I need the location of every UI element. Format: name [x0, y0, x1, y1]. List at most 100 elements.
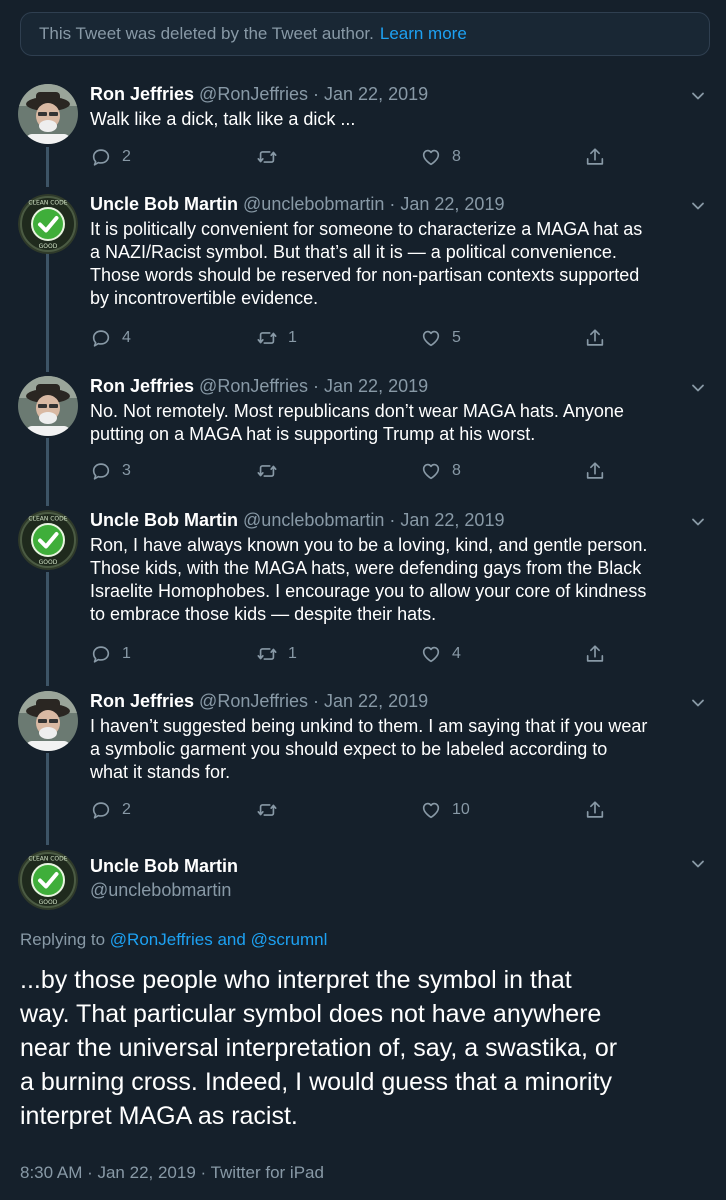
author-name[interactable]: Uncle Bob Martin [90, 510, 238, 530]
reply-button[interactable]: 4 [90, 327, 132, 349]
reply-icon [90, 327, 112, 349]
like-count: 8 [452, 148, 461, 165]
author-meta: @RonJeffries · Jan 22, 2019 [199, 84, 429, 104]
like-icon [420, 799, 442, 821]
tweet-text: No. Not remotely. Most republicans don’t… [90, 400, 720, 446]
retweet-button[interactable]: 1 [256, 327, 298, 349]
like-button[interactable]: 10 [420, 799, 470, 821]
tweet-actions: 4 1 5 [90, 327, 720, 351]
like-count: 8 [452, 462, 461, 479]
main-tweet-line: near the universal interpretation of, sa… [20, 1034, 618, 1062]
retweet-button[interactable] [256, 146, 298, 168]
thread-line [46, 572, 49, 686]
avatar-ron-jeffries[interactable] [18, 84, 78, 144]
reply-button[interactable]: 3 [90, 460, 132, 482]
reply-button[interactable]: 2 [90, 146, 132, 168]
author-name[interactable]: Ron Jeffries [90, 691, 194, 711]
author-meta: @RonJeffries · Jan 22, 2019 [199, 376, 429, 396]
tweet-header: Uncle Bob Martin @unclebobmartin · Jan 2… [90, 194, 504, 215]
like-icon [420, 146, 442, 168]
reply-count: 4 [122, 329, 131, 346]
tweet-text-line: what it stands for. [90, 762, 231, 782]
avatar-ron-jeffries[interactable] [18, 691, 78, 751]
chevron-down-icon[interactable] [690, 856, 706, 872]
reply-icon [90, 146, 112, 168]
reply-button[interactable]: 1 [90, 643, 132, 665]
like-button[interactable]: 4 [420, 643, 462, 665]
like-button[interactable]: 8 [420, 146, 462, 168]
retweet-icon [256, 460, 278, 482]
share-button[interactable] [584, 327, 616, 349]
chevron-down-icon[interactable] [690, 88, 706, 104]
retweet-button[interactable]: 1 [256, 643, 298, 665]
tweet-text-line: by incontrovertible evidence. [90, 288, 319, 308]
reply-count: 2 [122, 148, 131, 165]
like-count: 4 [452, 645, 461, 662]
reply-count: 3 [122, 462, 131, 479]
share-button[interactable] [584, 799, 616, 821]
tweet-text-line: to embrace those kids — despite their ha… [90, 604, 437, 624]
reply-button[interactable]: 2 [90, 799, 132, 821]
tweet-actions: 2 8 [90, 146, 720, 170]
main-tweet-text: ...by those people who interpret the sym… [20, 963, 720, 1133]
retweet-icon [256, 327, 278, 349]
like-button[interactable]: 8 [420, 460, 462, 482]
main-tweet-line: interpret MAGA as racist. [20, 1102, 298, 1130]
chevron-down-icon[interactable] [690, 198, 706, 214]
retweet-icon [256, 799, 278, 821]
share-icon [584, 327, 606, 349]
tweet-text-line: Walk like a dick, talk like a dick ... [90, 109, 356, 129]
reply-count: 2 [122, 801, 131, 818]
replying-to: Replying to @RonJeffries and @scrumnl [20, 930, 327, 950]
main-author-name[interactable]: Uncle Bob Martin [90, 856, 238, 877]
tweet-text-line: a symbolic garment you should expect to … [90, 739, 608, 759]
tweet-text-line: Ron, I have always known you to be a lov… [90, 535, 648, 555]
share-button[interactable] [584, 643, 616, 665]
share-button[interactable] [584, 460, 616, 482]
tweet-actions: 1 1 4 [90, 643, 720, 667]
tweet-text: Ron, I have always known you to be a lov… [90, 534, 720, 626]
avatar-uncle-bob-martin[interactable] [18, 194, 78, 254]
reply-icon [90, 643, 112, 665]
thread-line [46, 438, 49, 506]
tweet-header: Ron Jeffries @RonJeffries · Jan 22, 2019 [90, 376, 428, 397]
mention-link[interactable]: @scrumnl [251, 930, 328, 949]
retweet-button[interactable] [256, 460, 298, 482]
author-name[interactable]: Ron Jeffries [90, 84, 194, 104]
chevron-down-icon[interactable] [690, 514, 706, 530]
tweet-text: Walk like a dick, talk like a dick ... [90, 108, 720, 131]
author-name[interactable]: Uncle Bob Martin [90, 194, 238, 214]
avatar-ron-jeffries[interactable] [18, 376, 78, 436]
chevron-down-icon[interactable] [690, 380, 706, 396]
share-icon [584, 799, 606, 821]
mention-link[interactable]: @RonJeffries [110, 930, 213, 949]
share-icon [584, 146, 606, 168]
avatar-uncle-bob-martin[interactable] [18, 850, 78, 910]
avatar-uncle-bob-martin[interactable] [18, 510, 78, 570]
thread-line [46, 147, 49, 187]
author-meta: @unclebobmartin · Jan 22, 2019 [243, 194, 505, 214]
reply-icon [90, 460, 112, 482]
retweet-count: 1 [288, 329, 297, 346]
share-button[interactable] [584, 146, 616, 168]
like-button[interactable]: 5 [420, 327, 462, 349]
main-author-handle[interactable]: @unclebobmartin [90, 880, 231, 901]
retweet-icon [256, 146, 278, 168]
retweet-button[interactable] [256, 799, 298, 821]
author-name[interactable]: Uncle Bob Martin [90, 856, 238, 876]
tweet-timestamp[interactable]: 8:30 AM · Jan 22, 2019 · Twitter for iPa… [20, 1163, 324, 1183]
like-count: 5 [452, 329, 461, 346]
replying-prefix: Replying to [20, 930, 106, 949]
share-icon [584, 460, 606, 482]
reply-count: 1 [122, 645, 131, 662]
deleted-notice-text: This Tweet was deleted by the Tweet auth… [39, 24, 374, 43]
author-name[interactable]: Ron Jeffries [90, 376, 194, 396]
main-tweet-line: ...by those people who interpret the sym… [20, 966, 572, 994]
tweet-header: Ron Jeffries @RonJeffries · Jan 22, 2019 [90, 84, 428, 105]
tweet-text: I haven’t suggested being unkind to them… [90, 715, 720, 784]
main-tweet-line: a burning cross. Indeed, I would guess t… [20, 1068, 612, 1096]
chevron-down-icon[interactable] [690, 695, 706, 711]
learn-more-link[interactable]: Learn more [380, 24, 467, 44]
deleted-tweet-notice: This Tweet was deleted by the Tweet auth… [20, 12, 710, 56]
main-tweet-line: way. That particular symbol does not hav… [20, 1000, 602, 1028]
